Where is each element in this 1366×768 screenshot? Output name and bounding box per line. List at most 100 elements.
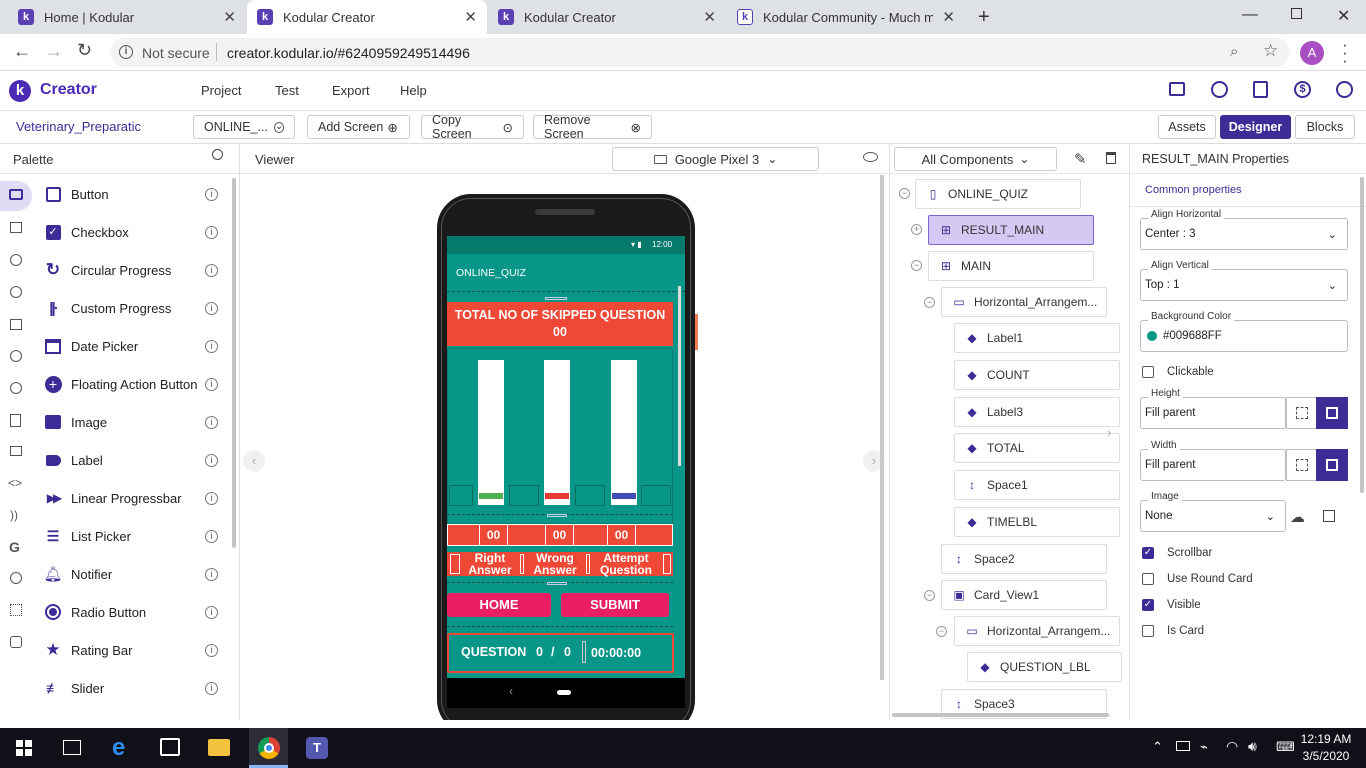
menu-project[interactable]: Project: [201, 83, 241, 98]
info-icon[interactable]: i: [205, 681, 218, 695]
dynamic-components-icon[interactable]: [10, 604, 22, 616]
tree-node-timelbl[interactable]: ◆ TIMELBL: [954, 507, 1120, 537]
windows-start-icon[interactable]: [16, 740, 32, 756]
info-icon[interactable]: i: [205, 453, 218, 467]
rss-icon[interactable]: )): [10, 508, 18, 522]
new-tab-icon[interactable]: +: [978, 6, 990, 29]
tree-horizontal-scrollbar[interactable]: [892, 713, 1109, 717]
expand-panel-chevron-icon[interactable]: ›: [1107, 425, 1111, 440]
designer-button[interactable]: Designer: [1220, 115, 1291, 139]
connectivity-icon[interactable]: <>: [8, 476, 22, 490]
file-explorer-icon[interactable]: [208, 739, 230, 756]
prev-screen-icon[interactable]: ‹: [243, 450, 265, 472]
collapse-icon[interactable]: −: [899, 188, 910, 199]
google-icon[interactable]: G: [9, 539, 20, 555]
height-auto-button[interactable]: [1286, 397, 1317, 429]
delete-trash-icon[interactable]: [1106, 152, 1116, 164]
palette-item-floating-action-button[interactable]: + Floating Action Button i: [36, 365, 226, 403]
background-color-field[interactable]: #009688FF: [1140, 320, 1348, 352]
info-icon[interactable]: i: [205, 339, 218, 353]
info-icon[interactable]: i: [205, 491, 218, 505]
profile-avatar[interactable]: A: [1300, 41, 1324, 65]
properties-scrollbar[interactable]: [1360, 177, 1364, 493]
palette-item-button[interactable]: Button i: [36, 175, 226, 213]
width-auto-button[interactable]: [1286, 449, 1317, 481]
tree-node-horizontal-arrangement[interactable]: ▭ Horizontal_Arrangem...: [941, 287, 1107, 317]
submit-button[interactable]: SUBMIT: [561, 593, 669, 617]
bookmark-star-icon[interactable]: ☆: [1263, 41, 1278, 61]
tree-node-space2[interactable]: ↕ Space2: [941, 544, 1107, 574]
screen-select[interactable]: ONLINE_... ⌄: [193, 115, 295, 139]
expand-icon[interactable]: +: [911, 224, 922, 235]
browser-menu-icon[interactable]: · · ·: [1342, 36, 1348, 69]
info-icon[interactable]: i: [205, 187, 218, 201]
tab-kodular-creator[interactable]: k Kodular Creator ✕: [488, 0, 726, 34]
palette-item-image[interactable]: Image i: [36, 403, 226, 441]
app-logo-text[interactable]: Creator: [40, 81, 97, 99]
width-field[interactable]: Fill parent: [1140, 449, 1286, 481]
palette-item-date-picker[interactable]: Date Picker i: [36, 327, 226, 365]
add-screen-button[interactable]: Add Screen ⊕: [307, 115, 410, 139]
palette-item-label[interactable]: Label i: [36, 441, 226, 479]
storage-icon[interactable]: [10, 414, 21, 427]
nav-home-icon[interactable]: [557, 690, 571, 695]
close-tab-icon[interactable]: ✕: [703, 8, 716, 26]
battery-icon[interactable]: ⌁: [1200, 739, 1208, 755]
hide-components-icon[interactable]: [863, 152, 878, 162]
media-icon[interactable]: [10, 254, 22, 266]
palette-item-list-picker[interactable]: ☰ List Picker i: [36, 517, 226, 555]
folder-icon[interactable]: [1169, 82, 1185, 96]
height-fill-parent-button[interactable]: [1316, 397, 1348, 429]
tab-kodular-creator-active[interactable]: k Kodular Creator ✕: [247, 0, 487, 34]
minimize-icon[interactable]: —: [1242, 6, 1258, 24]
close-tab-icon[interactable]: ✕: [223, 8, 236, 26]
collapse-icon[interactable]: −: [911, 260, 922, 271]
nav-back-icon[interactable]: ‹: [509, 684, 513, 698]
copy-screen-button[interactable]: Copy Screen ⊙: [421, 113, 524, 141]
height-field[interactable]: Fill parent: [1140, 397, 1286, 429]
components-filter-select[interactable]: All Components ⌄: [894, 147, 1057, 171]
dollar-icon[interactable]: $: [1294, 81, 1311, 98]
scrollbar-checkbox[interactable]: ✓: [1142, 547, 1154, 559]
menu-export[interactable]: Export: [332, 83, 370, 98]
collapse-icon[interactable]: −: [924, 590, 935, 601]
drawing-icon[interactable]: [10, 286, 22, 298]
palette-theme-icon[interactable]: [1211, 81, 1228, 98]
show-hidden-icons[interactable]: ⌃: [1152, 739, 1163, 755]
ime-icon[interactable]: ⌨: [1276, 739, 1295, 755]
monetization-icon[interactable]: [10, 572, 22, 584]
menu-help[interactable]: Help: [400, 83, 427, 98]
maximize-icon[interactable]: [1291, 8, 1302, 19]
tree-node-card-view1[interactable]: ▣ Card_View1: [941, 580, 1107, 610]
palette-item-linear-progressbar[interactable]: ▶▶ Linear Progressbar i: [36, 479, 226, 517]
teams-icon[interactable]: T: [306, 737, 328, 759]
back-icon[interactable]: ←: [13, 41, 31, 62]
image-select[interactable]: None ⌄: [1140, 500, 1286, 532]
info-icon[interactable]: i: [205, 301, 218, 315]
assets-button[interactable]: Assets: [1158, 115, 1216, 139]
clock-date[interactable]: 3/5/2020: [1300, 749, 1352, 763]
clickable-checkbox[interactable]: [1142, 366, 1154, 378]
library-icon[interactable]: [1253, 81, 1268, 98]
info-icon[interactable]: i: [205, 415, 218, 429]
align-horizontal-select[interactable]: Center : 3 ⌄: [1140, 218, 1348, 250]
viewer-scrollbar[interactable]: [880, 175, 884, 680]
use-round-card-checkbox[interactable]: [1142, 573, 1154, 585]
palette-item-slider[interactable]: ≢ Slider i: [36, 669, 226, 707]
tree-node-label1[interactable]: ◆ Label1: [954, 323, 1120, 353]
zoom-icon[interactable]: ⌕: [1230, 43, 1238, 60]
tree-node-count[interactable]: ◆ COUNT: [954, 360, 1120, 390]
omnibox[interactable]: i Not secure creator.kodular.io/#6240959…: [110, 38, 1290, 67]
extensions-icon[interactable]: [10, 636, 22, 648]
tree-node-online-quiz[interactable]: ▯ ONLINE_QUIZ: [915, 179, 1081, 209]
upload-cloud-icon[interactable]: ☁: [1290, 508, 1305, 526]
store-icon[interactable]: [160, 738, 180, 756]
palette-item-checkbox[interactable]: ✓ Checkbox i: [36, 213, 226, 251]
common-properties-section[interactable]: Common properties: [1145, 184, 1242, 196]
task-view-icon[interactable]: [63, 740, 81, 755]
collapse-icon[interactable]: −: [924, 297, 935, 308]
project-name[interactable]: Veterinary_Preparatic: [16, 119, 141, 134]
account-icon[interactable]: [1336, 81, 1353, 98]
info-icon[interactable]: i: [205, 567, 218, 581]
reload-icon[interactable]: ↻: [77, 40, 92, 61]
